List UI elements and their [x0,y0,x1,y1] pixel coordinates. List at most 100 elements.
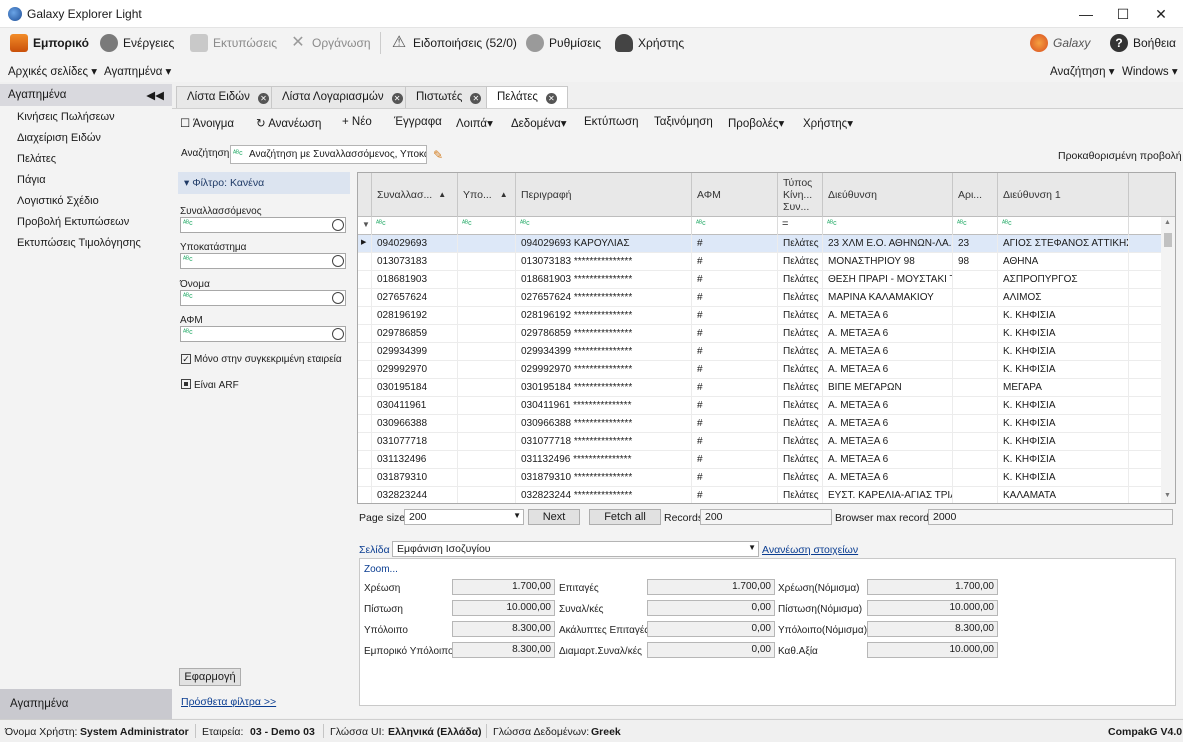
collapse-icon[interactable]: ◀◀ [146,88,164,102]
close-tab-icon[interactable]: ✕ [391,93,403,104]
ribbon-user[interactable]: Χρήστης [615,33,684,53]
table-row[interactable]: 030966388 030966388 *************** # Πελάτ… [358,415,1163,433]
col-header-address1[interactable]: Διεύθυνση 1 [998,173,1129,217]
table-row[interactable]: 030411961 030411961 *************** # Πελάτ… [358,397,1163,415]
table-row[interactable]: ▶ 094029693 094029693 ΚΑΡΟΥΛΙΑΣ # Πελάτες 23 … [358,235,1163,253]
views-menu[interactable]: Προβολές▾ [728,116,784,130]
close-tab-icon[interactable]: ✕ [470,93,482,104]
menu-home-pages[interactable]: Αρχικές σελίδες ▾ [8,64,97,78]
other-menu[interactable]: Λοιπά▾ [456,116,493,130]
clear-icon[interactable] [332,292,344,304]
maximize-button[interactable]: ☐ [1105,0,1141,28]
sidebar-item-sales-moves[interactable]: Κινήσεις Πωλήσεων [17,111,115,123]
zoom-link[interactable]: Zoom... [364,564,398,575]
scroll-up-icon[interactable]: ▲ [1164,219,1171,226]
page-select[interactable]: Εμφάνιση Ισοζυγίου ▼ [392,541,759,557]
open-button[interactable]: ☐ Άνοιγμα [180,116,234,130]
filter-header[interactable]: ▾ Φίλτρο: Κανένα [178,172,350,194]
ribbon-commercial[interactable]: Εμπορικό [10,33,89,53]
scroll-down-icon[interactable]: ▼ [1164,492,1171,499]
refresh-data-link[interactable]: Ανανέωση στοιχείων [762,544,858,556]
sidebar-item-invoice-prints[interactable]: Εκτυπώσεις Τιμολόγησης [17,237,141,249]
sidebar-item-customers[interactable]: Πελάτες [17,153,56,165]
ribbon-actions[interactable]: Ενέργειες [100,33,174,53]
refresh-button[interactable]: ↻ Ανανέωση [256,116,321,130]
next-button[interactable]: Next [528,509,580,525]
scroll-thumb[interactable] [1164,233,1172,247]
apply-button[interactable]: Εφαρμογή [179,668,241,686]
minimize-button[interactable]: — [1068,0,1104,28]
sidebar-item-fixed-assets[interactable]: Πάγια [17,174,46,186]
tab-customers[interactable]: Πελάτες ✕ [486,86,568,108]
user-menu[interactable]: Χρήστης▾ [803,116,853,130]
data-menu[interactable]: Δεδομένα▾ [511,116,567,130]
clear-icon[interactable] [332,255,344,267]
menu-windows[interactable]: Windows ▾ [1122,64,1178,78]
ribbon-settings[interactable]: Ρυθμίσεις [526,33,601,53]
col-header-branch[interactable]: Υπο... ▲ [458,173,516,217]
table-row[interactable]: 018681903 018681903 *************** # Πελάτ… [358,271,1163,289]
table-row[interactable]: 031879310 031879310 *************** # Πελάτ… [358,469,1163,487]
col-filter-trader[interactable]: ᴬᴮc [372,217,458,235]
table-row[interactable]: 027657624 027657624 *************** # Πελάτ… [358,289,1163,307]
documents-button[interactable]: Έγγραφα [394,116,442,128]
sidebar-item-print-view[interactable]: Προβολή Εκτυπώσεων [17,216,129,228]
eraser-icon[interactable]: ✎ [433,148,443,162]
table-row[interactable]: 029786859 029786859 *************** # Πελάτ… [358,325,1163,343]
filter-name-input[interactable]: ᴬᴮc [180,290,346,306]
only-company-checkbox[interactable]: ✓ Μόνο στην συγκεκριμένη εταιρεία [181,354,342,365]
tab-creditors[interactable]: Πιστωτές ✕ [405,86,493,108]
col-filter-number[interactable]: ᴬᴮc [953,217,998,235]
page-size-select[interactable]: 200 ▼ [404,509,524,525]
table-row[interactable]: 031077718 031077718 *************** # Πελάτ… [358,433,1163,451]
clear-icon[interactable] [332,219,344,231]
col-header-afm[interactable]: ΑΦΜ [692,173,778,217]
table-row[interactable]: 029934399 029934399 *************** # Πελάτ… [358,343,1163,361]
sort-button[interactable]: Ταξινόμηση [654,116,713,128]
search-input[interactable]: ᴬᴮc Αναζήτηση με Συναλλασσόμενος, Υποκατ [230,145,427,164]
sidebar-footer[interactable]: Αγαπημένα [0,689,172,719]
table-row[interactable]: 013073183 013073183 *************** # Πελάτ… [358,253,1163,271]
ribbon-organization[interactable]: ✕ Οργάνωση [289,33,370,53]
tab-accounts-list[interactable]: Λίστα Λογαριασμών ✕ [271,86,414,108]
col-header-number[interactable]: Αρι... [953,173,998,217]
filter-branch-input[interactable]: ᴬᴮc [180,253,346,269]
more-filters-link[interactable]: Πρόσθετα φίλτρα >> [181,696,276,708]
col-filter-move-type[interactable]: = [778,217,823,235]
is-arf-checkbox[interactable]: Είναι ARF [181,379,239,391]
sidebar-item-items[interactable]: Διαχείριση Ειδών [17,132,101,144]
sidebar-item-accounts-plan[interactable]: Λογιστικό Σχέδιο [17,195,99,207]
table-row[interactable]: 029992970 029992970 *************** # Πελάτ… [358,361,1163,379]
print-button[interactable]: Εκτύπωση [584,116,639,128]
table-row[interactable]: 031132496 031132496 *************** # Πελάτ… [358,451,1163,469]
table-row[interactable]: 028196192 028196192 *************** # Πελάτ… [358,307,1163,325]
table-row[interactable]: 030195184 030195184 *************** # Πελάτ… [358,379,1163,397]
print-icon [190,34,208,52]
col-header-trader[interactable]: Συναλλασ... ▲ [372,173,458,217]
col-filter-branch[interactable]: ᴬᴮc [458,217,516,235]
col-filter-address[interactable]: ᴬᴮc [823,217,953,235]
col-filter-afm[interactable]: ᴬᴮc [692,217,778,235]
clear-icon[interactable] [332,328,344,340]
close-tab-icon[interactable]: ✕ [545,93,557,104]
ribbon-notifications[interactable]: ⚠ Ειδοποιήσεις (52/0) [390,33,517,53]
tab-items-list[interactable]: Λίστα Ειδών ✕ [176,86,280,108]
filter-trader-input[interactable]: ᴬᴮc [180,217,346,233]
fetch-all-button[interactable]: Fetch all [589,509,661,525]
filter-afm-input[interactable]: ᴬᴮc [180,326,346,342]
new-button[interactable]: + Νέο [342,116,372,128]
col-filter-address1[interactable]: ᴬᴮc [998,217,1129,235]
col-header-address[interactable]: Διεύθυνση [823,173,953,217]
grid-scrollbar[interactable]: ▲ ▼ [1161,217,1175,503]
menu-search[interactable]: Αναζήτηση ▾ [1050,64,1115,78]
col-filter-description[interactable]: ᴬᴮc [516,217,692,235]
col-header-description[interactable]: Περιγραφή [516,173,692,217]
menu-favorites[interactable]: Αγαπημένα ▾ [104,64,171,78]
col-header-move-type[interactable]: Τύπος Κίνη... Συν... [778,173,823,217]
close-button[interactable]: ✕ [1143,0,1179,28]
default-view-label[interactable]: Προκαθορισμένη προβολή [1058,150,1182,162]
ribbon-help[interactable]: ? Βοήθεια [1110,33,1176,53]
table-row[interactable]: 032823244 032823244 *************** # Πελάτ… [358,487,1163,503]
ribbon-prints[interactable]: Εκτυπώσεις [190,33,277,53]
close-tab-icon[interactable]: ✕ [257,93,269,104]
